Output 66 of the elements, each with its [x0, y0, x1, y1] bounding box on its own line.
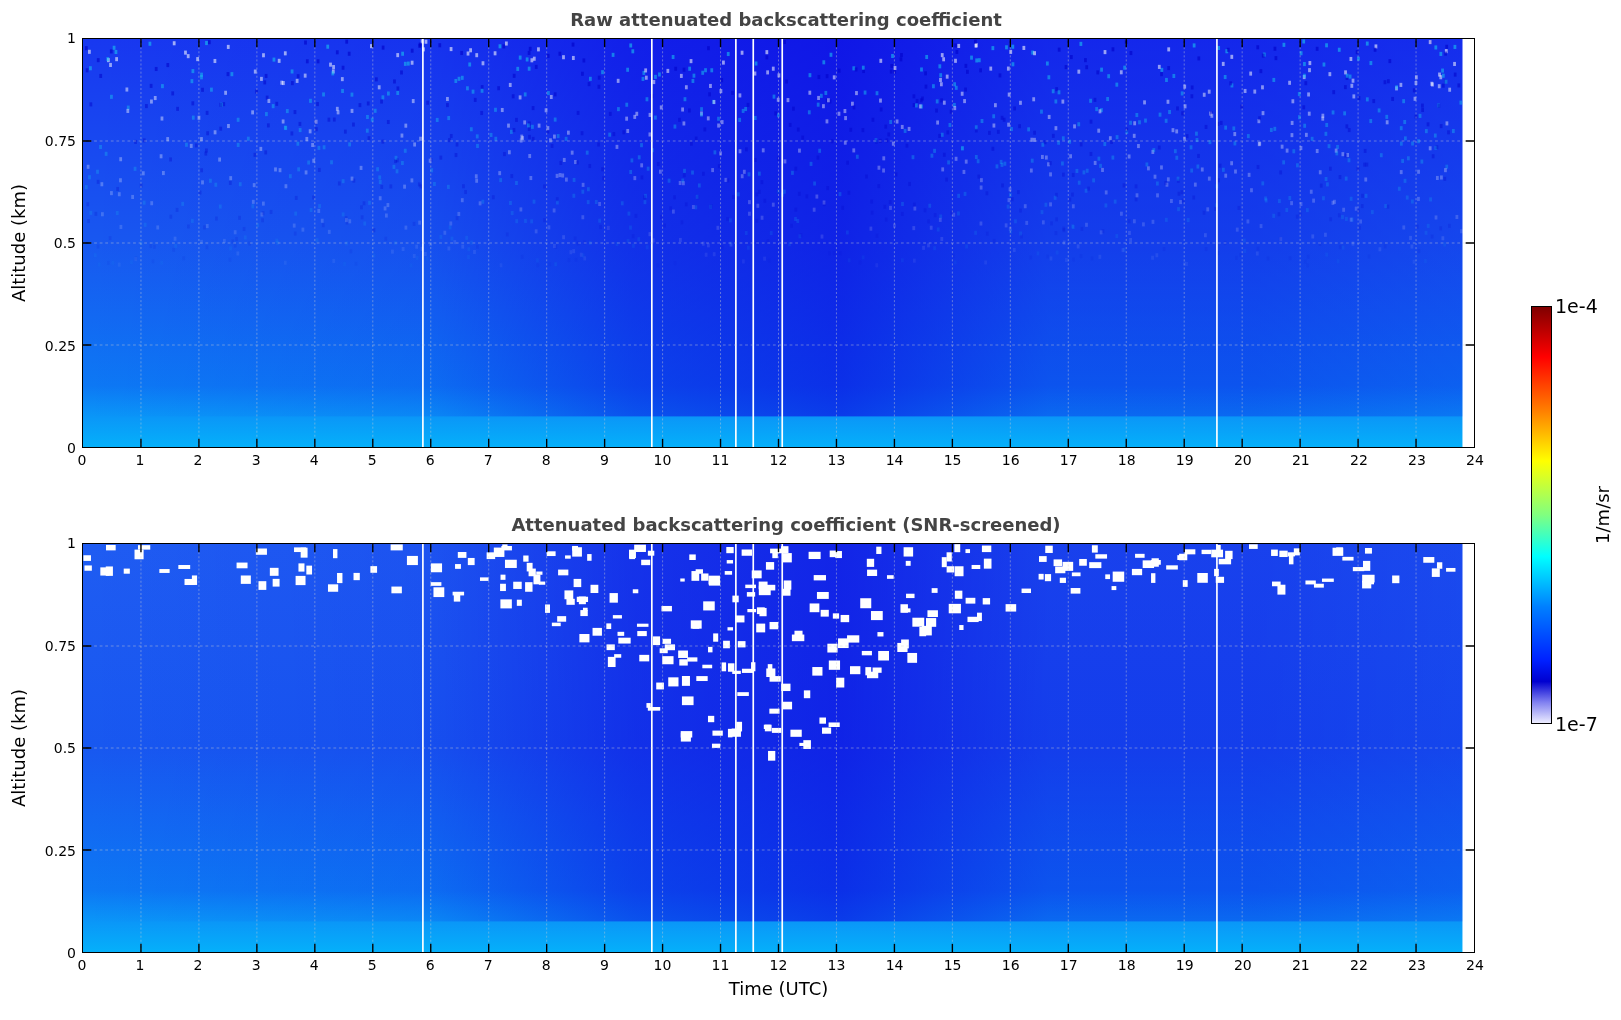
y-tick-label: 0.25 [44, 337, 76, 354]
x-tick-label: 13 [827, 452, 846, 468]
y-axis-label: Altitude (km) [7, 688, 29, 808]
x-tick-label: 3 [251, 957, 261, 973]
y-tick-label: 0 [67, 440, 76, 456]
x-tick-label: 18 [1117, 957, 1136, 973]
x-tick-label: 21 [1291, 957, 1310, 973]
x-tick-label: 2 [193, 452, 203, 468]
x-tick-label: 4 [309, 452, 319, 468]
x-tick-label: 7 [483, 957, 493, 973]
y-tick-label: 1 [67, 30, 76, 46]
x-tick-label: 11 [711, 957, 730, 973]
x-tick-label: 15 [943, 452, 962, 468]
x-tick-label: 22 [1350, 957, 1368, 973]
x-tick-label: 16 [1001, 957, 1020, 973]
y-tick-label: 0.5 [53, 235, 76, 251]
x-tick-label: 6 [425, 452, 435, 468]
y-tick-label: 0.75 [44, 132, 76, 149]
x-tick-label: 12 [769, 452, 788, 468]
colorbar-min-label: 1e-7 [1555, 714, 1598, 734]
x-tick-label: 0 [77, 957, 87, 973]
x-tick-label: 1 [135, 957, 145, 973]
x-tick-label: 1 [135, 452, 145, 468]
x-tick-label: 5 [367, 452, 377, 468]
x-tick-label: 0 [77, 452, 87, 468]
x-tick-label: 8 [541, 452, 551, 468]
x-tick-label: 11 [711, 452, 730, 468]
x-tick-label: 21 [1291, 452, 1310, 468]
x-tick-label: 12 [769, 957, 788, 973]
x-tick-label: 17 [1059, 452, 1078, 468]
x-tick-label: 15 [943, 957, 962, 973]
colorbar-max-label: 1e-4 [1555, 296, 1598, 316]
x-tick-label: 18 [1117, 452, 1136, 468]
x-tick-label: 22 [1350, 452, 1368, 468]
y-tick-label: 0 [67, 945, 76, 961]
x-tick-label: 3 [251, 452, 261, 468]
x-tick-label: 17 [1059, 957, 1078, 973]
x-tick-label: 20 [1233, 957, 1252, 973]
colorbar-unit-label: 1/m/sr [1592, 486, 1614, 544]
x-tick-label: 14 [885, 957, 904, 973]
x-tick-label: 23 [1408, 452, 1426, 468]
x-axis-label: Time (UTC) [727, 977, 830, 1001]
x-tick-label: 4 [309, 957, 319, 973]
x-tick-label: 5 [367, 957, 377, 973]
x-tick-label: 9 [599, 957, 609, 973]
y-tick-label: 0.75 [44, 637, 76, 654]
x-tick-label: 10 [653, 452, 672, 468]
x-tick-label: 19 [1175, 957, 1194, 973]
x-tick-label: 24 [1466, 957, 1484, 973]
x-tick-label: 2 [193, 957, 203, 973]
x-tick-label: 10 [653, 957, 672, 973]
x-tick-label: 7 [483, 452, 493, 468]
y-tick-label: 0.25 [44, 842, 76, 859]
x-tick-label: 19 [1175, 452, 1194, 468]
x-tick-label: 24 [1466, 452, 1484, 468]
x-tick-label: 6 [425, 957, 435, 973]
y-tick-label: 0.5 [53, 740, 76, 756]
x-tick-label: 9 [599, 452, 609, 468]
y-tick-label: 1 [67, 535, 76, 551]
x-tick-label: 16 [1001, 452, 1020, 468]
x-tick-label: 14 [885, 452, 904, 468]
x-tick-label: 23 [1408, 957, 1426, 973]
x-tick-label: 8 [541, 957, 551, 973]
x-tick-label: 13 [827, 957, 846, 973]
y-axis-label: Altitude (km) [7, 183, 29, 303]
x-tick-label: 20 [1233, 452, 1252, 468]
